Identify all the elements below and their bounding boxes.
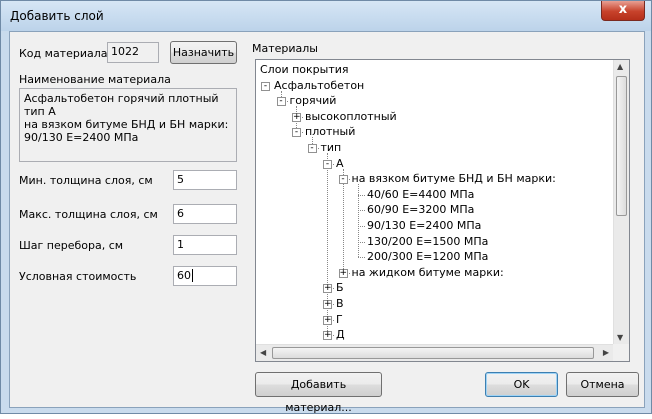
close-button[interactable]: x <box>601 1 645 21</box>
horizontal-scroll-thumb[interactable] <box>272 347 594 359</box>
add-material-button[interactable]: Добавить материал... <box>255 372 382 414</box>
title-bar[interactable]: Добавить слой x <box>1 1 651 31</box>
max-thickness-input[interactable]: 6 <box>173 204 237 224</box>
tree-connector-line <box>342 168 344 273</box>
assign-button[interactable]: Назначить <box>170 41 237 64</box>
tree-connector-line <box>358 257 365 259</box>
min-thickness-label: Мин. толщина слоя, см <box>19 174 153 187</box>
materials-tree[interactable]: Слои покрытия - Асфальтобетон - горячий + высо… <box>255 59 630 362</box>
window-title: Добавить слой <box>10 9 104 23</box>
ok-button[interactable]: OK <box>485 372 558 397</box>
scroll-left-arrow-icon[interactable]: ◀ <box>260 348 266 357</box>
tree-node[interactable]: горячий <box>290 94 337 108</box>
cost-input[interactable]: 60​ <box>173 266 237 286</box>
vertical-scroll-thumb[interactable] <box>616 76 627 216</box>
tree-node[interactable]: 40/60 E=4400 МПа <box>367 188 474 202</box>
tree-connector-line <box>358 210 365 212</box>
material-code-label: Код материала <box>19 47 108 60</box>
tree-connector-line <box>358 241 365 243</box>
collapse-icon[interactable]: - <box>276 97 286 107</box>
dialog-body: Код материала 1022 Назначить Наименовани… <box>9 31 645 414</box>
expand-icon[interactable]: + <box>323 284 332 294</box>
min-thickness-input[interactable]: 5 <box>173 170 237 190</box>
cost-value: 60 <box>177 269 191 282</box>
collapse-icon[interactable]: - <box>292 128 301 138</box>
expand-icon[interactable]: + <box>323 331 332 341</box>
tree-node[interactable]: тип <box>321 141 342 155</box>
material-name-line: 90/130 E=2400 МПа <box>24 131 139 144</box>
tree-node[interactable]: 90/130 E=2400 МПа <box>367 219 481 233</box>
scroll-up-arrow-icon[interactable]: ▲ <box>617 62 623 71</box>
expand-icon[interactable]: + <box>338 268 348 278</box>
scroll-down-arrow-icon[interactable]: ▼ <box>617 333 623 342</box>
dialog-window: Добавить слой x Код материала 1022 Назна… <box>0 0 652 414</box>
tree-node[interactable]: плотный <box>305 125 355 139</box>
tree-node[interactable]: Д <box>336 328 345 342</box>
tree-node[interactable]: 130/200 E=1500 МПа <box>367 235 488 249</box>
material-name-line: на вязком битуме БНД и БН марки: <box>24 118 229 131</box>
scrollbar-corner <box>613 344 629 361</box>
tree-node[interactable]: на вязком битуме БНД и БН марки: <box>352 172 556 186</box>
scroll-right-arrow-icon[interactable]: ▶ <box>603 348 609 357</box>
tree-node[interactable]: А <box>336 157 344 171</box>
expand-icon[interactable]: + <box>323 300 332 309</box>
material-name-label: Наименование материала <box>19 73 171 86</box>
tree-node[interactable]: В <box>336 297 344 311</box>
tree-node[interactable]: Г <box>336 313 343 327</box>
materials-label: Материалы <box>252 42 318 55</box>
tree-node[interactable]: 60/90 E=3200 МПа <box>367 203 474 217</box>
horizontal-scrollbar[interactable]: ◀ ▶ <box>256 344 613 361</box>
step-label: Шаг перебора, см <box>19 239 124 252</box>
collapse-icon[interactable]: - <box>323 159 332 169</box>
max-thickness-label: Макс. толщина слоя, см <box>19 208 158 221</box>
material-name-line: Асфальтобетон горячий плотный тип А <box>24 92 219 118</box>
tree-content: Слои покрытия - Асфальтобетон - горячий + высо… <box>256 60 614 345</box>
tree-node[interactable]: 200/300 E=1200 МПа <box>367 250 488 264</box>
text-cursor: ​ <box>192 269 193 282</box>
tree-node[interactable]: Слои покрытия <box>260 63 349 77</box>
expand-icon[interactable]: + <box>323 315 332 325</box>
step-input[interactable]: 1 <box>173 235 237 255</box>
vertical-scrollbar[interactable]: ▲ ▼ <box>613 60 629 344</box>
tree-node[interactable]: высокоплотный <box>305 110 397 124</box>
tree-node[interactable]: Б <box>336 281 344 295</box>
cancel-button[interactable]: Отмена <box>566 372 639 397</box>
material-name-field: Асфальтобетон горячий плотный тип А на в… <box>19 88 237 162</box>
collapse-icon[interactable]: - <box>261 81 270 91</box>
collapse-icon[interactable]: - <box>307 144 317 153</box>
cost-label: Условная стоимость <box>19 270 137 283</box>
tree-node[interactable]: на жидком битуме марки: <box>352 266 504 280</box>
expand-icon[interactable]: + <box>292 112 301 122</box>
material-code-field: 1022 <box>107 42 159 63</box>
tree-node[interactable]: Асфальтобетон <box>274 79 364 93</box>
collapse-icon[interactable]: - <box>338 175 348 185</box>
tree-connector-line <box>358 194 365 196</box>
tree-connector-line <box>358 226 365 227</box>
